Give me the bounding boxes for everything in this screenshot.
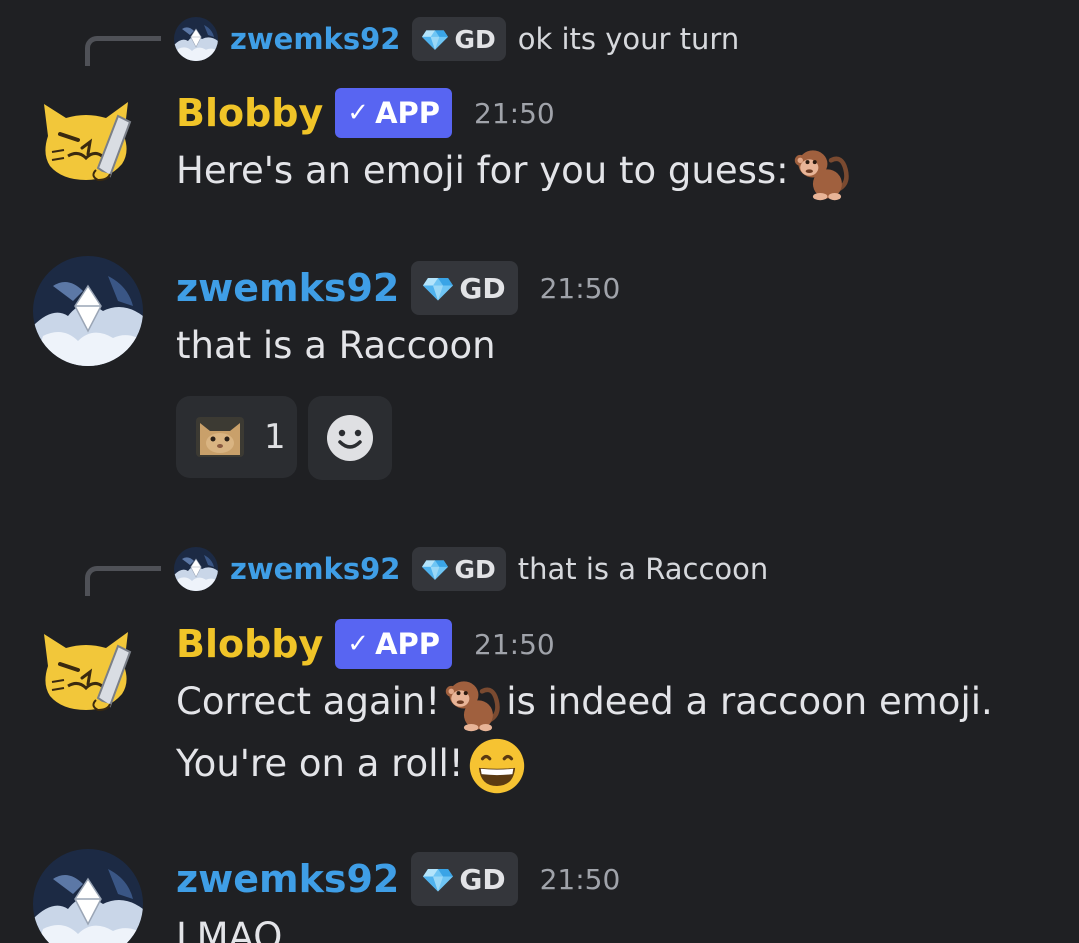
guild-tag-label: GD — [454, 554, 496, 584]
gem-icon — [422, 28, 448, 50]
monkey-emoji-icon[interactable] — [444, 675, 502, 733]
message-text: Correct again! — [176, 680, 441, 723]
guild-tag-label: GD — [459, 862, 506, 896]
message-header: zwemks92 GD 21:50 — [176, 261, 620, 315]
reaction-count: 1 — [264, 417, 286, 457]
avatar[interactable] — [33, 256, 143, 366]
reply-text[interactable]: that is a Raccoon — [518, 552, 769, 586]
message-content: Correct again! is indeed a raccoon emoji. — [176, 671, 993, 733]
reply-author[interactable]: zwemks92 — [230, 22, 400, 56]
message-header: Blobby ✓ APP 21:50 — [176, 617, 555, 671]
add-reaction-button[interactable] — [308, 396, 392, 480]
avatar[interactable] — [33, 849, 143, 943]
guild-tag-label: GD — [454, 24, 496, 54]
message-content: Here's an emoji for you to guess: — [176, 140, 855, 202]
cat-face-emoji-icon — [196, 417, 244, 457]
message-text: that is a Raccoon — [176, 324, 496, 367]
message-header: zwemks92 GD 21:50 — [176, 852, 620, 906]
guild-tag-label: GD — [459, 271, 506, 305]
message-text: Here's an emoji for you to guess: — [176, 149, 789, 192]
message-content: You're on a roll! — [176, 733, 530, 795]
app-badge: ✓ APP — [335, 619, 453, 669]
check-icon: ✓ — [347, 629, 370, 659]
message-header: Blobby ✓ APP 21:50 — [176, 86, 555, 140]
timestamp[interactable]: 21:50 — [474, 97, 555, 130]
message-text: You're on a roll! — [176, 742, 464, 785]
app-badge-label: APP — [375, 96, 441, 130]
monkey-emoji-icon[interactable] — [793, 144, 851, 202]
timestamp[interactable]: 21:50 — [474, 628, 555, 661]
author-name[interactable]: Blobby — [176, 91, 323, 135]
author-name[interactable]: zwemks92 — [176, 857, 399, 901]
reply-connector — [85, 566, 161, 596]
app-badge: ✓ APP — [335, 88, 453, 138]
avatar[interactable] — [38, 626, 134, 712]
avatar[interactable] — [38, 96, 134, 182]
gem-icon — [423, 866, 453, 892]
author-name[interactable]: Blobby — [176, 622, 323, 666]
author-name[interactable]: zwemks92 — [176, 266, 399, 310]
message-text: is indeed a raccoon emoji. — [506, 680, 993, 723]
reply-author[interactable]: zwemks92 — [230, 552, 400, 586]
guild-tag[interactable]: GD — [411, 261, 518, 315]
guild-tag[interactable]: GD — [411, 852, 518, 906]
grinning-face-emoji-icon[interactable] — [468, 737, 526, 795]
reply-connector — [85, 36, 161, 66]
reply-preview[interactable]: zwemks92 GD ok its your turn — [174, 16, 739, 62]
smiley-icon — [327, 415, 373, 461]
timestamp[interactable]: 21:50 — [540, 272, 621, 305]
guild-tag[interactable]: GD — [412, 547, 506, 591]
reply-avatar — [174, 547, 218, 591]
gem-icon — [422, 558, 448, 580]
guild-tag[interactable]: GD — [412, 17, 506, 61]
timestamp[interactable]: 21:50 — [540, 863, 621, 896]
gem-icon — [423, 275, 453, 301]
reply-preview[interactable]: zwemks92 GD that is a Raccoon — [174, 546, 768, 592]
app-badge-label: APP — [375, 627, 441, 661]
reply-text[interactable]: ok its your turn — [518, 22, 739, 56]
message-text: LMAO — [176, 915, 283, 943]
reply-avatar — [174, 17, 218, 61]
check-icon: ✓ — [347, 98, 370, 128]
reaction-cat[interactable]: 1 — [176, 396, 297, 478]
